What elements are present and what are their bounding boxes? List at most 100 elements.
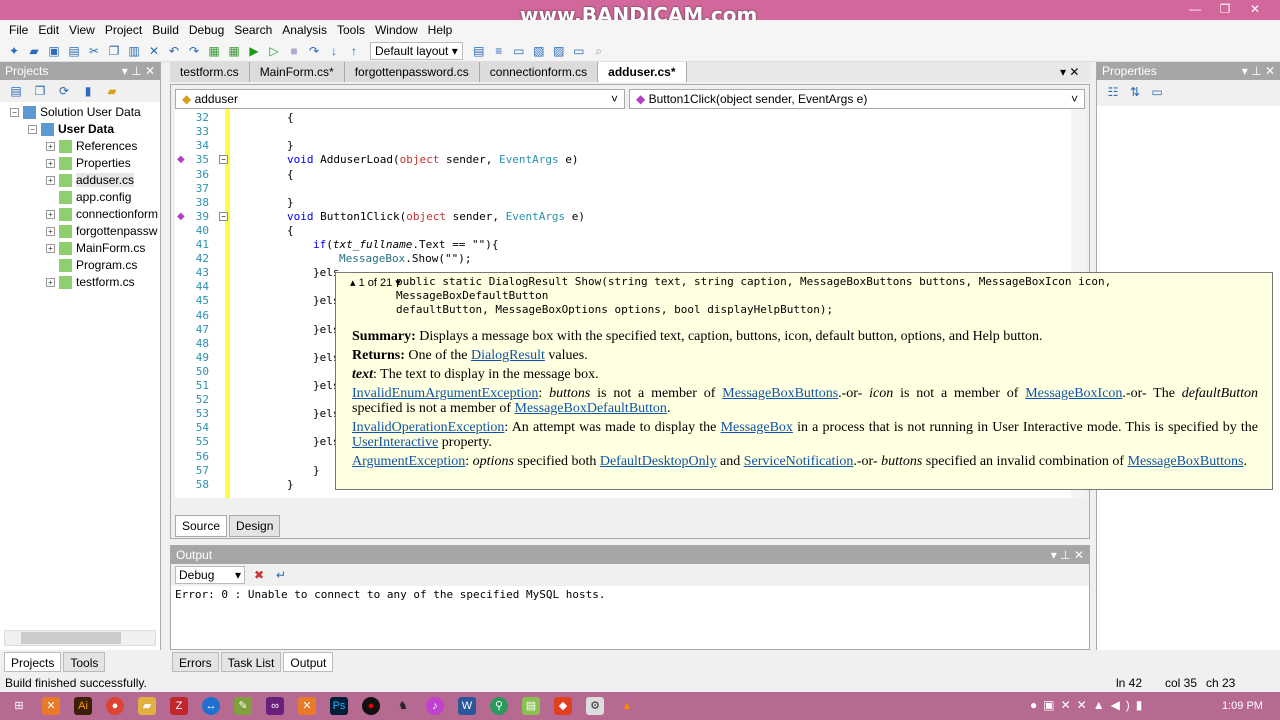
xampp-icon-2[interactable]: ✕ bbox=[298, 697, 316, 715]
code-line[interactable]: } bbox=[313, 464, 320, 477]
argumentexception-link[interactable]: ArgumentException bbox=[352, 454, 465, 469]
undo-icon[interactable]: ↶ bbox=[166, 43, 182, 59]
tree-line[interactable] bbox=[46, 261, 55, 270]
tree-item[interactable]: + Properties bbox=[10, 155, 160, 172]
step-over-icon[interactable]: ↷ bbox=[306, 43, 322, 59]
run-icon[interactable]: ▶ bbox=[246, 43, 262, 59]
tree-item[interactable]: + forgottenpassw bbox=[10, 223, 160, 240]
alphabetical-icon[interactable]: ⇅ bbox=[1127, 84, 1143, 100]
fold-collapse-icon[interactable]: − bbox=[219, 211, 228, 221]
stop-icon[interactable]: ■ bbox=[286, 43, 302, 59]
userinteractive-link[interactable]: UserInteractive bbox=[352, 435, 438, 450]
menu-view[interactable]: View bbox=[64, 20, 100, 40]
menu-project[interactable]: Project bbox=[100, 20, 147, 40]
code-line[interactable]: { bbox=[287, 168, 294, 181]
member-combo[interactable]: ◆ Button1Click(object sender, EventArgs … bbox=[629, 89, 1085, 109]
defaultdesktoponly-link[interactable]: DefaultDesktopOnly bbox=[600, 454, 717, 469]
source-tab[interactable]: Source bbox=[175, 515, 228, 537]
tree-item[interactable]: + MainForm.cs bbox=[10, 240, 160, 257]
find-icon[interactable]: ⌕ bbox=[591, 43, 607, 59]
print-icon[interactable]: ▧ bbox=[531, 43, 547, 59]
teamviewer-icon[interactable]: ↔ bbox=[202, 697, 220, 715]
tab-task-list[interactable]: Task List bbox=[220, 652, 282, 672]
expander-icon[interactable]: + bbox=[46, 227, 55, 237]
start-icon[interactable]: ⊞ bbox=[10, 697, 28, 715]
properties-icon[interactable]: ▤ bbox=[8, 83, 24, 99]
menu-edit[interactable]: Edit bbox=[33, 20, 64, 40]
open-folder-icon[interactable]: ▰ bbox=[104, 83, 120, 99]
file-explorer-icon[interactable]: ▰ bbox=[138, 697, 156, 715]
invalidenumargumentexception-link[interactable]: InvalidEnumArgumentException bbox=[352, 386, 538, 401]
panel-controls-icon[interactable]: ▾ ⊥ ✕ bbox=[1242, 64, 1275, 78]
tree-item[interactable]: + connectionform bbox=[10, 206, 160, 223]
messageboxbuttons-link[interactable]: MessageBoxButtons bbox=[722, 386, 838, 401]
code-line[interactable]: } bbox=[287, 196, 294, 209]
menu-file[interactable]: File bbox=[4, 20, 33, 40]
cut-icon[interactable]: ✂ bbox=[86, 43, 102, 59]
expander-icon[interactable]: + bbox=[46, 210, 55, 220]
tree-item[interactable]: + adduser.cs bbox=[10, 172, 160, 189]
xampp-icon[interactable]: ✕ bbox=[42, 697, 60, 715]
tree-item[interactable]: − Solution User Data bbox=[10, 104, 160, 121]
save-all-icon[interactable]: ▤ bbox=[66, 43, 82, 59]
panel-controls-icon[interactable]: ▾ ⊥ ✕ bbox=[122, 64, 155, 78]
copy-icon[interactable]: ❐ bbox=[106, 43, 122, 59]
comment-icon[interactable]: ≡ bbox=[491, 43, 507, 59]
messageboxbuttons-link[interactable]: MessageBoxButtons bbox=[1128, 454, 1244, 469]
redo-icon[interactable]: ↷ bbox=[186, 43, 202, 59]
tree-item[interactable]: app.config bbox=[10, 189, 160, 206]
code-line[interactable]: MessageBox.Show(""); bbox=[339, 252, 471, 265]
tab-errors[interactable]: Errors bbox=[172, 652, 219, 672]
document-icon[interactable]: ▤ bbox=[471, 43, 487, 59]
panel-controls-icon[interactable]: ▾ ⊥ ✕ bbox=[1051, 548, 1084, 562]
sharpdevelop-icon[interactable]: ⚙ bbox=[586, 697, 604, 715]
vlc-icon[interactable]: ▲ bbox=[618, 697, 636, 715]
close-button[interactable]: ✕ bbox=[1240, 2, 1270, 16]
show-all-files-icon[interactable]: ❐ bbox=[32, 83, 48, 99]
maps-icon[interactable]: ⚲ bbox=[490, 697, 508, 715]
menu-tools[interactable]: Tools bbox=[332, 20, 370, 40]
files-icon[interactable]: ▤ bbox=[522, 697, 540, 715]
expander-icon[interactable]: + bbox=[46, 278, 55, 288]
collapse-icon[interactable]: ▮ bbox=[80, 83, 96, 99]
horizontal-scrollbar[interactable] bbox=[4, 630, 156, 646]
expander-icon[interactable]: − bbox=[28, 125, 37, 135]
clear-output-icon[interactable]: ✖ bbox=[251, 567, 267, 583]
figure-icon[interactable]: ♞ bbox=[394, 697, 412, 715]
step-out-icon[interactable]: ↑ bbox=[346, 43, 362, 59]
tab-controls-icon[interactable]: ▾ ✕ bbox=[1060, 65, 1079, 79]
output-source-select[interactable]: Debug ▾ bbox=[175, 566, 245, 584]
tab-testformcs[interactable]: testform.cs bbox=[170, 62, 250, 82]
expander-icon[interactable]: + bbox=[46, 244, 55, 254]
overload-counter[interactable]: ▴ 1 of 21 ▾ bbox=[350, 276, 401, 289]
tree-line[interactable] bbox=[46, 193, 55, 202]
filezilla-icon[interactable]: Z bbox=[170, 697, 188, 715]
code-line[interactable]: { bbox=[287, 111, 294, 124]
tree-item[interactable]: − User Data bbox=[10, 121, 160, 138]
word-wrap-icon[interactable]: ↵ bbox=[273, 567, 289, 583]
expander-icon[interactable]: + bbox=[46, 176, 55, 186]
dialogresult-link[interactable]: DialogResult bbox=[471, 348, 545, 363]
code-line[interactable]: if(txt_fullname.Text == ""){ bbox=[313, 238, 498, 251]
tab-addusercs[interactable]: adduser.cs* bbox=[598, 62, 687, 82]
tab-mainformcs[interactable]: MainForm.cs* bbox=[249, 62, 345, 82]
code-line[interactable]: { bbox=[287, 224, 294, 237]
menu-window[interactable]: Window bbox=[370, 20, 423, 40]
menu-help[interactable]: Help bbox=[423, 20, 458, 40]
design-tab[interactable]: Design bbox=[229, 515, 281, 537]
photoshop-icon[interactable]: Ps bbox=[330, 697, 348, 715]
itunes-icon[interactable]: ♪ bbox=[426, 697, 444, 715]
maximize-button[interactable]: ❐ bbox=[1210, 2, 1240, 16]
tab-output[interactable]: Output bbox=[283, 652, 334, 672]
build-icon[interactable]: ▦ bbox=[206, 43, 222, 59]
messagebox-link[interactable]: MessageBox bbox=[721, 420, 793, 435]
print-preview-icon[interactable]: ▨ bbox=[551, 43, 567, 59]
class-combo[interactable]: ◆ adduser ˅ bbox=[175, 89, 625, 109]
chrome-icon[interactable]: ● bbox=[106, 697, 124, 715]
new-file-icon[interactable]: ✦ bbox=[6, 43, 22, 59]
open-icon[interactable]: ▰ bbox=[26, 43, 42, 59]
save-icon[interactable]: ▣ bbox=[46, 43, 62, 59]
property-pages-icon[interactable]: ▭ bbox=[1149, 84, 1165, 100]
menu-build[interactable]: Build bbox=[147, 20, 184, 40]
messageboxdefaultbutton-link[interactable]: MessageBoxDefaultButton bbox=[515, 401, 667, 416]
